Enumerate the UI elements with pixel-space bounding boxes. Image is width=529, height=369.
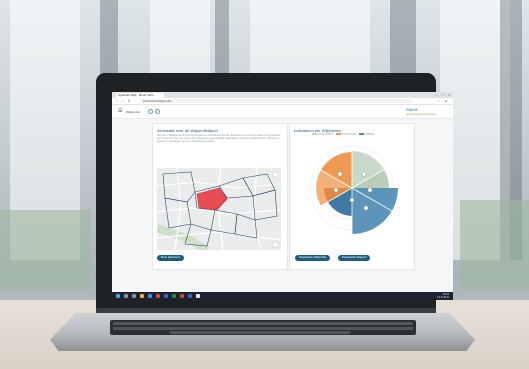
star-icon[interactable]: ☆ [437,99,441,103]
download-profile-button[interactable]: Downloaden Wijkprofiel [295,255,331,261]
select-neighbourhood-button[interactable]: Buurt Selecteren [157,255,185,261]
word-icon[interactable] [164,294,168,298]
edge-icon[interactable] [148,294,152,298]
browser-address-bar: ‹ › ↻ buurtzelf.nl/wijkprofiel ☆ ● [112,98,453,105]
hamburger-icon[interactable]: ☰ [118,109,122,114]
info-panel: Informatie over de Wijkprofielbuurt Hier… [152,123,288,270]
powerpoint-icon[interactable] [180,294,184,298]
legend-item-2: Sociale kwaliteit [335,133,357,136]
reload-icon[interactable]: ↻ [127,99,131,103]
app-header: ☰ Wijkprofiel Wijkzelf gebiedsgericht we… [112,105,453,119]
windows-taskbar: 10:24 14-5-2021 [112,292,453,300]
legend-item-3: Veiligheid [359,133,374,136]
office-icon[interactable] [156,294,160,298]
url-field[interactable]: buurtzelf.nl/wijkprofiel [140,99,413,103]
neighbourhood-map[interactable] [157,168,281,250]
download-report-button[interactable]: Downloaden Rapport [338,255,371,261]
taskbar-clock[interactable]: 10:24 14-5-2021 [437,293,449,299]
search-taskbar-icon[interactable] [124,294,128,298]
excel-icon[interactable] [172,294,176,298]
chart-legend: Fysieke kwaliteit Sociale kwaliteit Veil… [312,133,376,136]
sector-safety-1[interactable] [352,188,398,234]
profile-icon[interactable]: ● [444,99,448,103]
keyboard [110,320,416,335]
brand-logo: Wijkzelf gebiedsgericht werken [406,108,446,116]
chrome-icon[interactable] [196,294,200,298]
laptop-screen: Optimale Wijk - Buurt indic... – □ × ‹ ›… [112,92,453,300]
logo-line2: gebiedsgericht werken [406,112,437,116]
start-icon[interactable] [116,294,120,298]
back-icon[interactable]: ‹ [115,99,119,103]
polar-area-chart[interactable] [290,138,414,238]
settings-icon[interactable] [155,109,160,114]
file-explorer-icon[interactable] [140,294,144,298]
map-svg [157,168,281,250]
search-icon[interactable] [148,109,153,114]
app-title: Wijkprofiel [126,110,140,114]
task-view-icon[interactable] [132,294,136,298]
forward-icon[interactable]: › [121,99,125,103]
info-panel-text: Hier kunt u bekijken hoe de buurt ervoor… [157,135,281,143]
teams-icon[interactable] [188,294,192,298]
indicator-panel: Indicatoren per Wijkthema Fysieke kwalit… [289,123,415,270]
clock-date: 14-5-2021 [437,296,449,299]
info-panel-title: Informatie over de Wijkprofielbuurt [157,128,218,133]
legend-item-1: Fysieke kwaliteit [312,133,333,136]
